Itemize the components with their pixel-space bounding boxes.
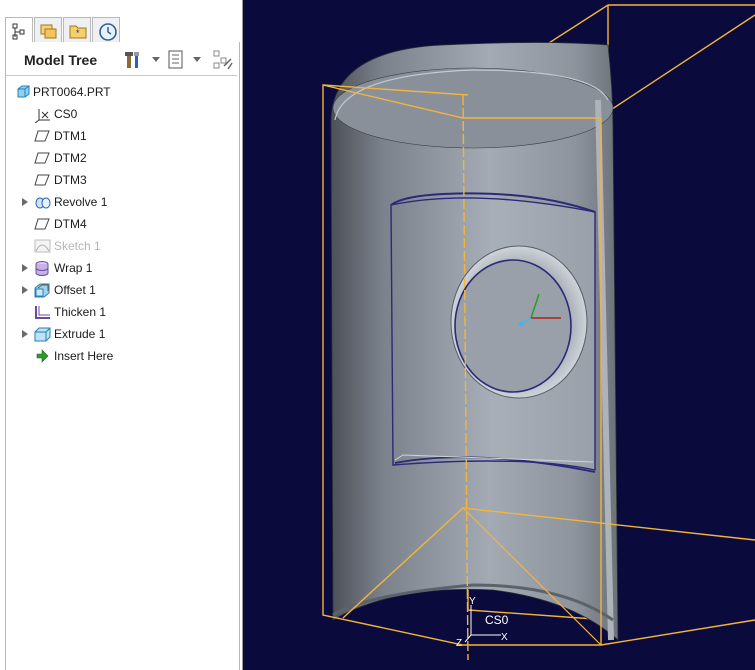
- model-tree-icon: [12, 23, 25, 40]
- favorites-icon: *: [69, 25, 87, 39]
- part-icon: [17, 85, 30, 98]
- offset-icon: [34, 283, 50, 298]
- model-tree-tab[interactable]: [5, 17, 33, 44]
- insert-here-arrow-icon: [36, 349, 49, 363]
- folder-browser-tab[interactable]: [34, 17, 62, 43]
- csys-label: CS0: [485, 613, 509, 627]
- model-tree-panel: * Model Tree PRT0064.PRT CS0 DTM1 DTM2 D…: [0, 0, 242, 670]
- csys-axis-y-label: Y: [469, 596, 476, 607]
- csys-axis-z-label: Z: [456, 638, 462, 649]
- expand-arrow-icon[interactable]: [22, 198, 28, 206]
- extrude-icon: [34, 327, 51, 342]
- circular-boss[interactable]: [450, 245, 588, 399]
- model-tree-title: Model Tree: [24, 52, 98, 68]
- graphics-viewport[interactable]: Y Z X CS0: [242, 0, 755, 670]
- favorites-tab[interactable]: *: [63, 17, 91, 43]
- sketch-icon: [34, 239, 51, 253]
- expand-arrow-icon[interactable]: [22, 286, 28, 294]
- settings-icon[interactable]: [124, 49, 144, 71]
- tree-filters-dropdown-arrow[interactable]: [193, 57, 201, 62]
- coordinate-system-icon: [34, 109, 50, 123]
- csys-cs0[interactable]: Y Z X CS0: [456, 596, 509, 649]
- datum-plane-icon: [34, 218, 50, 230]
- revolve-icon: [35, 197, 51, 209]
- show-icon[interactable]: [212, 49, 234, 71]
- svg-text:*: *: [76, 28, 80, 38]
- model-render[interactable]: Y Z X CS0: [243, 0, 755, 670]
- datum-plane-icon: [34, 130, 50, 142]
- folder-browser-icon: [40, 24, 57, 39]
- model-tree-toolbar: Model Tree: [6, 45, 237, 76]
- datum-plane-icon: [34, 174, 50, 186]
- wrap-icon: [35, 261, 49, 276]
- csys-axis-x-label: X: [501, 632, 508, 643]
- tree-filters-icon[interactable]: [166, 49, 186, 71]
- history-icon: [99, 23, 117, 41]
- thicken-icon: [35, 306, 50, 319]
- expand-arrow-icon[interactable]: [22, 264, 28, 272]
- history-tab[interactable]: [92, 17, 120, 43]
- settings-dropdown-arrow[interactable]: [152, 57, 160, 62]
- expand-arrow-icon[interactable]: [22, 330, 28, 338]
- datum-plane-icon: [34, 152, 50, 164]
